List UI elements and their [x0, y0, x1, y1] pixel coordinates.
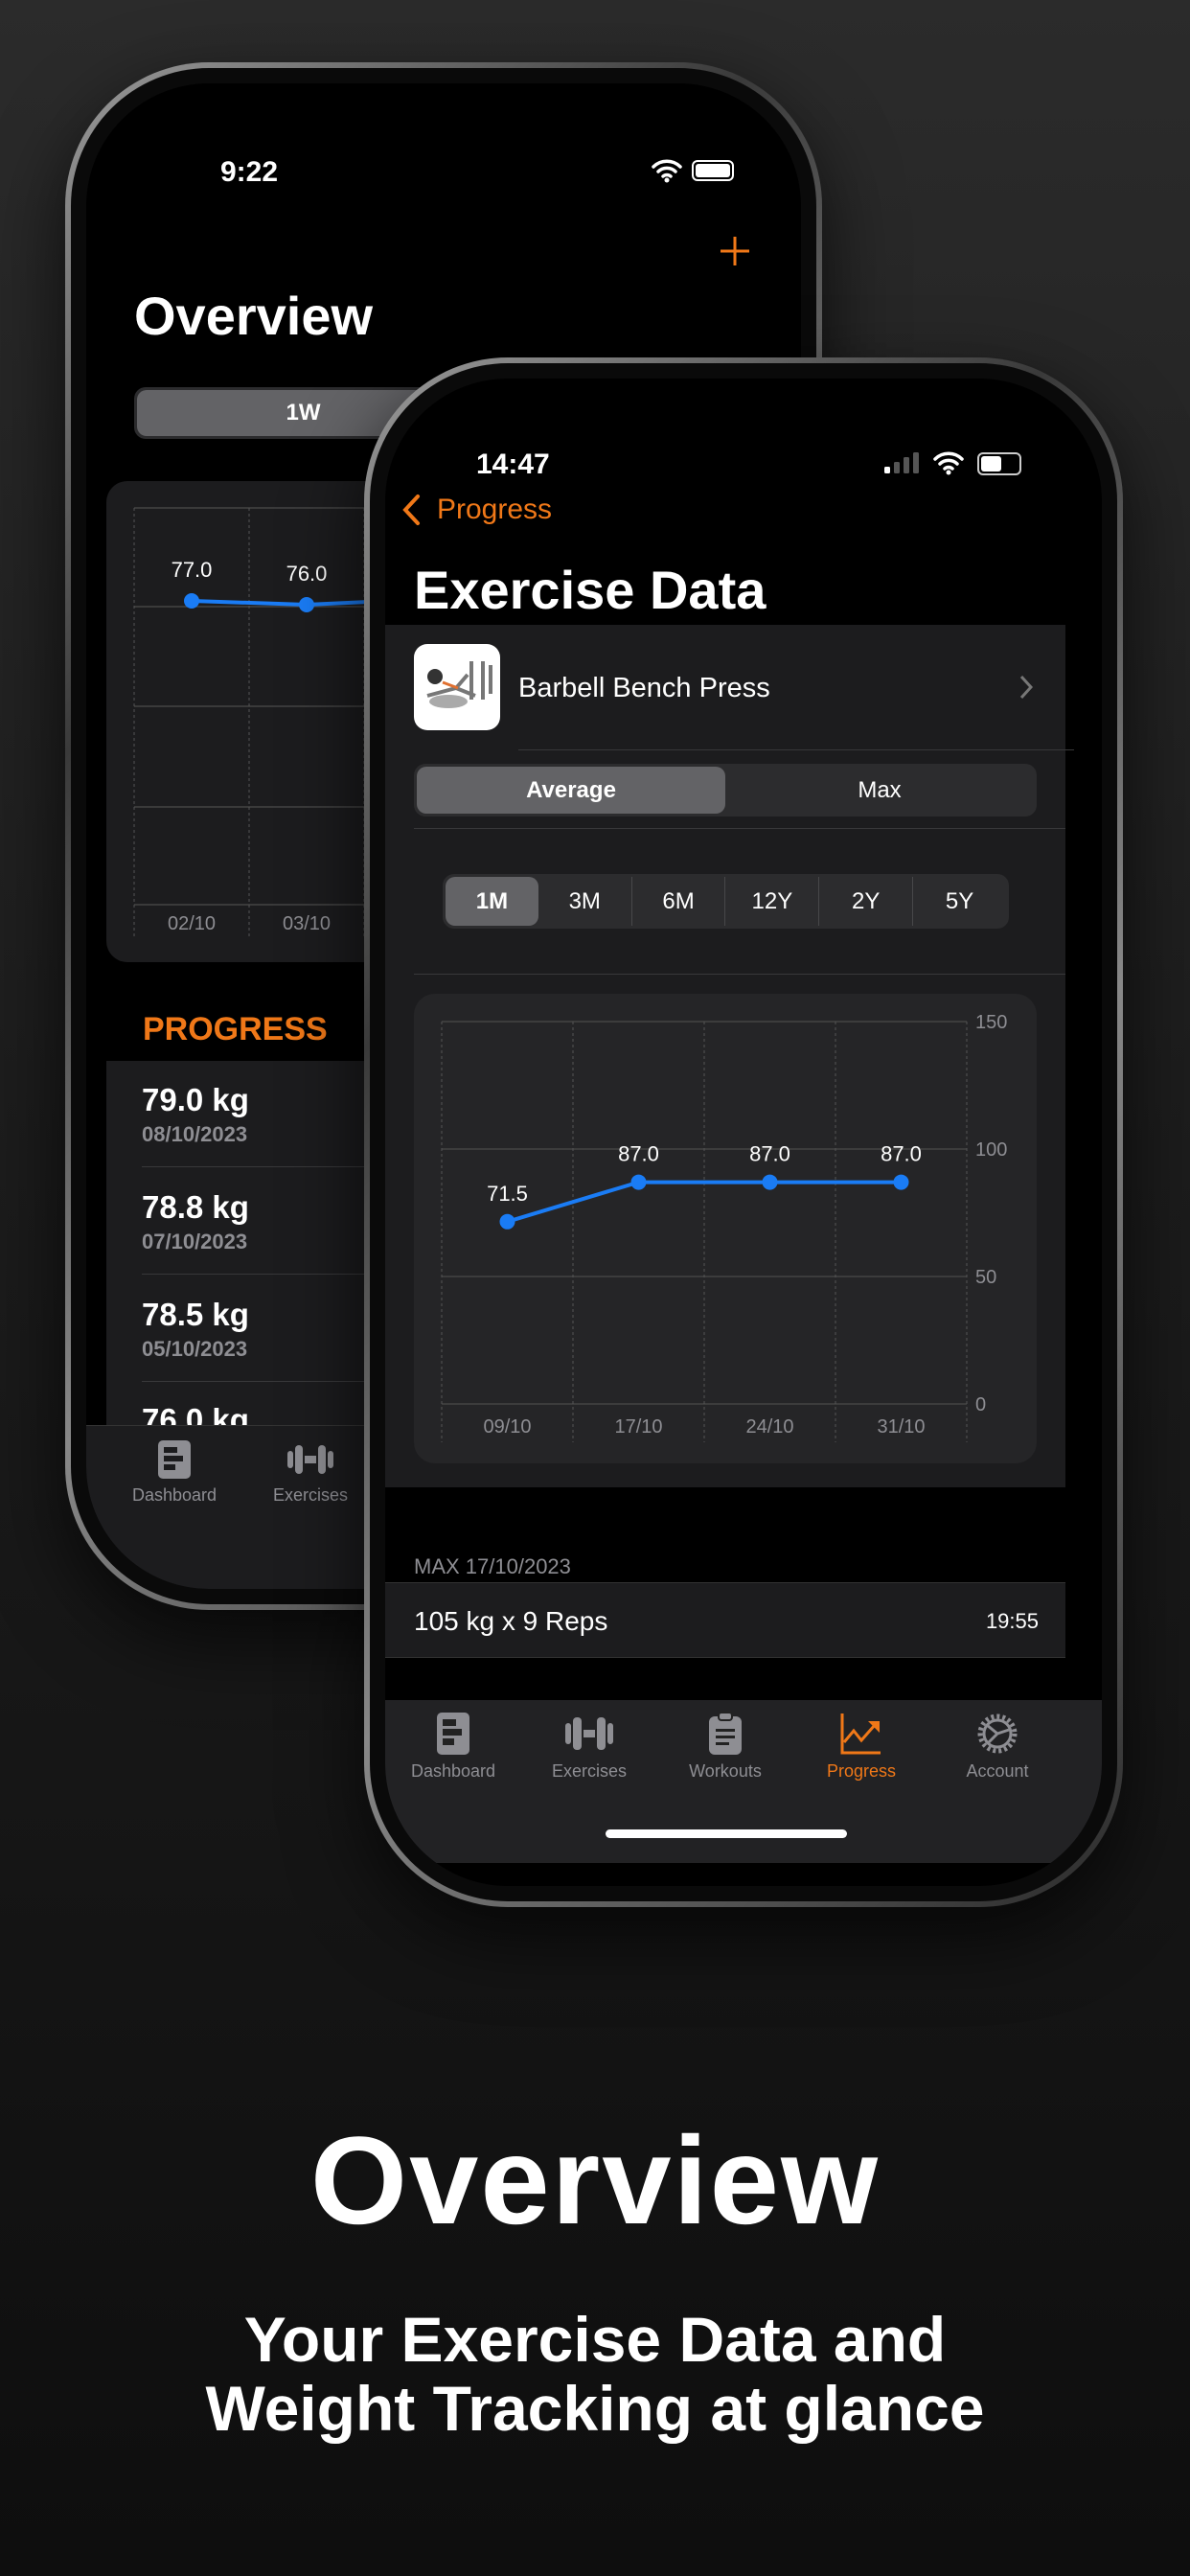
tab-label: Exercises	[551, 1761, 628, 1781]
data-label: 87.0	[881, 1142, 922, 1166]
y-tick-label: 0	[975, 1394, 986, 1415]
battery-icon	[692, 160, 734, 181]
exercise-chart-card: 0 50 100 150 71.5 09/10 87.0 17/10 87.0 24/10 87.0…	[414, 994, 1037, 1463]
dashboard-icon	[437, 1713, 469, 1755]
tab-workouts[interactable]: Workouts	[658, 1712, 792, 1782]
tab-exercises[interactable]: Exercises	[522, 1712, 656, 1782]
data-point	[299, 597, 314, 612]
data-point	[184, 593, 199, 609]
segment-5y[interactable]: 5Y	[912, 877, 1006, 926]
tab-label: Progress	[826, 1761, 897, 1781]
wifi-icon	[933, 451, 964, 475]
segment-max[interactable]: Max	[725, 767, 1034, 814]
chevron-left-icon	[402, 494, 420, 525]
exercise-thumbnail	[414, 644, 500, 730]
exercise-row[interactable]: Barbell Bench Press	[414, 644, 1037, 732]
y-tick-label: 150	[975, 1012, 1007, 1033]
tab-dashboard[interactable]: Dashboard	[386, 1712, 520, 1782]
entry-date: 08/10/2023	[142, 1122, 248, 1146]
cellular-signal-icon	[884, 452, 919, 473]
home-indicator	[606, 1829, 847, 1838]
data-label: 76.0	[286, 562, 328, 586]
segment-6m[interactable]: 6M	[630, 877, 725, 926]
page-title: Exercise Data	[414, 560, 767, 620]
data-label: 71.5	[487, 1182, 528, 1206]
tab-account[interactable]: Account	[930, 1712, 1064, 1782]
front-phone-screen: 14:47 Progress Exercise Data Barbell Ben…	[385, 379, 1102, 1886]
entry-date: 07/10/2023	[142, 1230, 248, 1254]
list-item[interactable]: 78.5 kg 05/10/2023	[142, 1297, 249, 1362]
x-tick-label: 02/10	[168, 913, 216, 934]
add-icon[interactable]	[719, 235, 751, 267]
tab-label: Account	[966, 1761, 1029, 1781]
data-label: 87.0	[749, 1142, 790, 1166]
y-tick-label: 50	[975, 1267, 996, 1288]
tab-exercises[interactable]: Exercises	[243, 1439, 378, 1506]
subheadline-line-1: Your Exercise Data and	[243, 2304, 947, 2375]
data-point	[630, 1174, 647, 1190]
max-entry-time: 19:55	[985, 1609, 1039, 1633]
exercise-chart: 0 50 100 150 71.5 09/10 87.0 17/10 87.0 24/10 87.0…	[441, 1012, 1007, 1442]
entry-weight: 78.8 kg	[142, 1189, 249, 1225]
x-tick-label: 31/10	[877, 1416, 925, 1438]
list-item[interactable]: 79.0 kg 08/10/2023	[142, 1082, 249, 1147]
status-time: 9:22	[220, 156, 279, 188]
headline: Overview	[309, 2110, 881, 2250]
wifi-icon	[652, 159, 682, 183]
back-label: Progress	[437, 494, 553, 525]
tab-label: Exercises	[272, 1485, 349, 1505]
x-tick-label: 24/10	[745, 1416, 793, 1438]
tab-label: Workouts	[689, 1761, 762, 1781]
range-segmented-control[interactable]: 1M 3M 6M 12Y 2Y 5Y	[443, 874, 1009, 929]
chart-trend-icon	[840, 1714, 881, 1755]
y-tick-label: 100	[975, 1139, 1007, 1161]
front-phone: 14:47 Progress Exercise Data Barbell Ben…	[364, 357, 1123, 1907]
max-header: MAX 17/10/2023	[414, 1554, 571, 1578]
max-entry-row[interactable]: 105 kg x 9 Reps 19:55	[385, 1582, 1065, 1658]
status-time: 14:47	[476, 448, 550, 480]
entry-weight: 78.5 kg	[142, 1297, 249, 1332]
data-point	[762, 1174, 778, 1190]
segment-average[interactable]: Average	[417, 767, 725, 814]
exercise-name: Barbell Bench Press	[518, 673, 770, 703]
gear-icon	[977, 1714, 1018, 1754]
segment-2y[interactable]: 2Y	[818, 877, 912, 926]
tab-label: Dashboard	[410, 1761, 496, 1781]
page-title: Overview	[134, 286, 374, 346]
battery-icon	[977, 452, 1021, 475]
list-item[interactable]: 76.0 kg	[142, 1402, 249, 1425]
mode-segmented-control[interactable]: Average Max	[414, 764, 1037, 816]
bench-press-image	[426, 661, 492, 708]
subheadline-line-2: Weight Tracking at glance	[205, 2373, 985, 2444]
entry-weight: 76.0 kg	[142, 1402, 249, 1425]
list-item[interactable]: 78.8 kg 07/10/2023	[142, 1189, 249, 1254]
data-label: 87.0	[618, 1142, 659, 1166]
segment-1m[interactable]: 1M	[446, 877, 538, 926]
entry-weight: 79.0 kg	[142, 1082, 249, 1117]
data-point	[499, 1213, 515, 1230]
dumbbell-icon	[565, 1717, 613, 1750]
data-point	[893, 1174, 909, 1190]
back-button[interactable]: Progress	[400, 494, 552, 526]
tab-label: Dashboard	[131, 1485, 217, 1505]
max-entry-value: 105 kg x 9 Reps	[414, 1606, 608, 1636]
subheadline: Your Exercise Data and Weight Tracking a…	[0, 2305, 1190, 2443]
segment-12y[interactable]: 12Y	[724, 877, 818, 926]
dashboard-icon	[158, 1440, 191, 1479]
data-label: 77.0	[172, 558, 213, 582]
dumbbell-icon	[287, 1445, 333, 1474]
chevron-right-icon	[1019, 675, 1033, 700]
x-tick-label: 03/10	[283, 913, 331, 934]
tab-bar: Dashboard Exercises Workouts Progress Ac…	[385, 1700, 1102, 1863]
section-header: PROGRESS	[143, 1011, 328, 1047]
tab-progress[interactable]: Progress	[794, 1712, 928, 1782]
entry-date: 05/10/2023	[142, 1337, 248, 1361]
clipboard-icon	[709, 1712, 742, 1755]
x-tick-label: 17/10	[614, 1416, 662, 1438]
x-tick-label: 09/10	[483, 1416, 531, 1438]
segment-3m[interactable]: 3M	[538, 877, 631, 926]
tab-dashboard[interactable]: Dashboard	[107, 1439, 241, 1506]
